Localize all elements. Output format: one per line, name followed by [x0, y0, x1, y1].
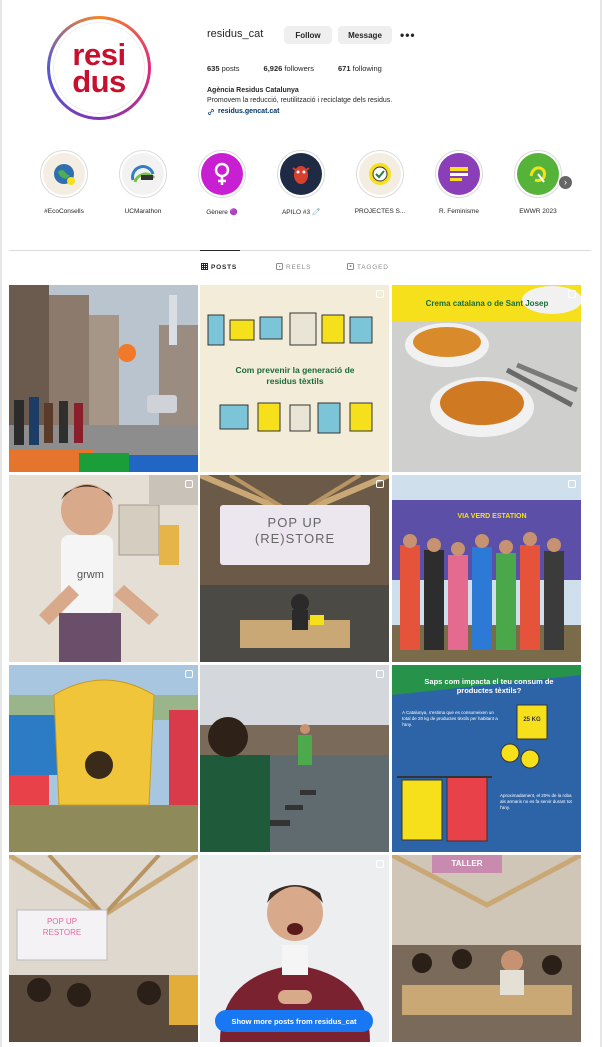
message-button[interactable]: Message [338, 26, 392, 44]
post-pop-up-restore-tent[interactable]: POP UP RESTORE [9, 855, 198, 1042]
logo-text-bottom: dus [72, 64, 126, 99]
reel-icon [376, 480, 384, 488]
bio-link-text: residus.gencat.cat [218, 108, 280, 115]
highlights-next-chevron-icon[interactable]: › [559, 176, 572, 189]
post-textile-waste-illustration[interactable]: Com prevenir la generació de residus tèx… [200, 285, 389, 472]
highlight-label: APILO #3 🧷 [281, 209, 321, 216]
following-label: following [352, 64, 382, 73]
highlight-label: R. Feminisme [438, 208, 480, 215]
bio-name: Agència Residus Catalunya [207, 87, 299, 94]
page-border-left [0, 0, 2, 1047]
followers-count: 6,926 [263, 64, 283, 73]
following-count: 671 [338, 64, 351, 73]
tab-tagged[interactable]: TAGGED [347, 263, 389, 272]
carousel-icon [185, 670, 193, 678]
stat-posts: 635 posts [207, 64, 240, 73]
female-symbol-icon [201, 153, 243, 195]
show-more-posts-button[interactable]: Show more posts from residus_cat [215, 1010, 373, 1032]
highlight-ecoconsells[interactable]: #EcoConsells [32, 150, 96, 215]
profile-stats: 635 posts 6,926 followers 671 following [207, 64, 382, 73]
profile-avatar[interactable]: resi dus [47, 16, 151, 120]
tile-sign-line2: (RE)STORE [254, 531, 336, 546]
followers-label: followers [284, 64, 315, 73]
creature-icon [280, 153, 322, 195]
highlight-label: PROJECTES S... [354, 208, 406, 215]
tile-banner: VIA VERD ESTATION [457, 513, 527, 520]
tile-headline: Saps com impacta el teu consum de produc… [424, 677, 554, 695]
highlight-label: UCMarathon [124, 208, 162, 215]
highlight-apilo[interactable]: APILO #3 🧷 [269, 150, 333, 216]
more-options-icon[interactable]: ••• [400, 28, 416, 42]
profile-username: residus_cat [207, 28, 264, 40]
ewwr-logo-icon [517, 153, 559, 195]
tagged-icon [347, 263, 354, 272]
tile-sign: TALLER [451, 859, 483, 868]
reel-icon [376, 670, 384, 678]
link-icon [207, 108, 215, 118]
story-highlights: #EcoConsells UCMarathon Gènere 🟣 APILO #… [32, 150, 578, 222]
poster-icon [438, 153, 480, 195]
stat-following[interactable]: 671 following [338, 64, 382, 73]
post-stepping-stones[interactable] [200, 665, 389, 852]
highlight-genere[interactable]: Gènere 🟣 [190, 150, 254, 216]
tab-tagged-label: TAGGED [357, 264, 389, 271]
post-inflatable[interactable] [9, 665, 198, 852]
follow-button[interactable]: Follow [284, 26, 332, 44]
posts-count: 635 [207, 64, 220, 73]
post-street-scene[interactable] [9, 285, 198, 472]
badge-icon [359, 153, 401, 195]
post-workshop[interactable]: TALLER [392, 855, 581, 1042]
highlight-ucmarathon[interactable]: UCMarathon [111, 150, 175, 215]
tab-posts[interactable]: POSTS [201, 263, 237, 272]
tab-posts-label: POSTS [211, 264, 238, 271]
tile-sign-line2: RESTORE [42, 928, 82, 937]
tabs-divider [9, 250, 591, 251]
reels-icon [276, 263, 283, 272]
tile-headline: Com prevenir la generació de residus tèx… [235, 365, 355, 386]
carousel-icon [376, 290, 384, 298]
tile-badge: 25 KG [523, 717, 541, 723]
tile-sign-line1: POP UP [46, 917, 78, 926]
post-crema-catalana[interactable]: Crema catalana o de Sant Josep [392, 285, 581, 472]
tile-caption: grwm [77, 569, 104, 581]
tile-headline: Crema catalana o de Sant Josep [425, 299, 549, 308]
marathon-logo-icon [122, 153, 164, 195]
tile-body-2: Aproximadament, el 20% de la roba als ar… [500, 793, 572, 810]
grid-icon [201, 263, 208, 272]
tab-reels[interactable]: REELS [276, 263, 311, 272]
highlight-projectes[interactable]: PROJECTES S... [348, 150, 412, 215]
post-group-photo[interactable]: VIA VERD ESTATION [392, 475, 581, 662]
reel-icon [376, 860, 384, 868]
bio-text: Promovem la reducció, reutilització i re… [207, 97, 393, 104]
post-pop-up-restore[interactable]: POP UP (RE)STORE [200, 475, 389, 662]
post-textile-consumption-infographic[interactable]: Saps com impacta el teu consum de produc… [392, 665, 581, 852]
highlight-label: Gènere 🟣 [206, 209, 238, 216]
active-tab-indicator [200, 250, 240, 251]
highlight-label: #EcoConsells [44, 208, 84, 215]
tab-reels-label: REELS [286, 264, 312, 271]
posts-label: posts [221, 64, 240, 73]
tile-body: A Catalunya, s'estima que es consumeixen… [402, 710, 498, 727]
stat-followers[interactable]: 6,926 followers [264, 64, 314, 73]
tile-sign-line1: POP UP [267, 515, 323, 530]
highlight-feminisme[interactable]: R. Feminisme [427, 150, 491, 215]
reel-icon [185, 480, 193, 488]
carousel-icon [568, 480, 576, 488]
highlight-label: EWWR 2023 [519, 208, 557, 215]
reel-icon [568, 290, 576, 298]
post-grwm-video[interactable]: grwm [9, 475, 198, 662]
globe-icon [43, 153, 85, 195]
bio-link[interactable]: residus.gencat.cat [207, 108, 279, 118]
